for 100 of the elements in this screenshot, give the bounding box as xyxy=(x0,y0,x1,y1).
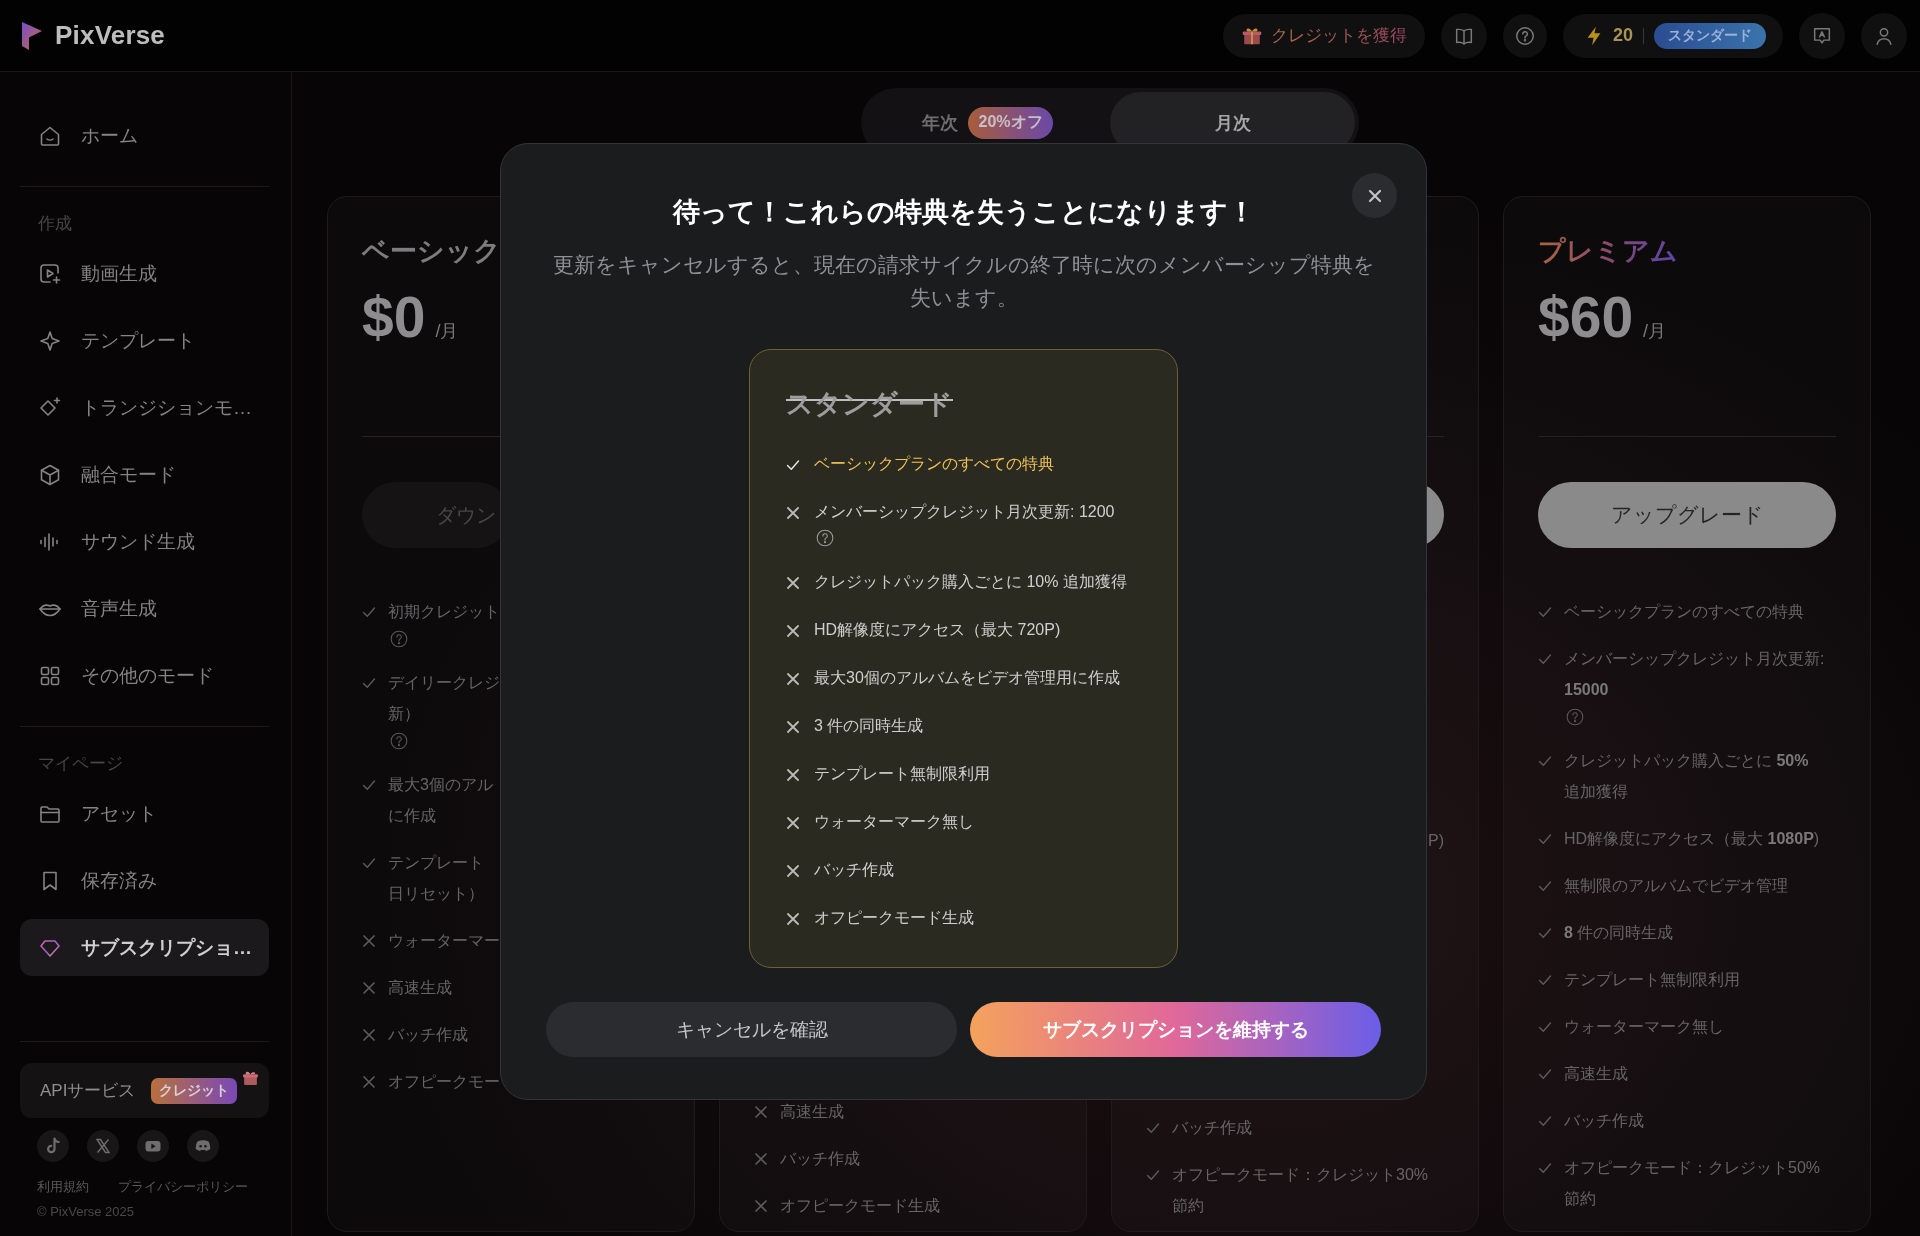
cross-icon xyxy=(786,720,800,734)
check-icon xyxy=(362,676,376,690)
feature-text: テンプレート xyxy=(388,853,484,873)
help-icon[interactable] xyxy=(390,630,408,648)
cross-icon xyxy=(786,672,800,686)
feature-text: P) xyxy=(1428,831,1444,851)
check-icon xyxy=(1538,605,1552,619)
check-icon xyxy=(362,605,376,619)
check-icon xyxy=(786,458,800,472)
price-period: /月 xyxy=(1643,320,1667,343)
confirm-cancel-button[interactable]: キャンセルを確認 xyxy=(546,1002,957,1057)
feature-text: オフピークモード：クレジット50%節約 xyxy=(1564,1158,1822,1209)
nav-item[interactable]: 動画生成 xyxy=(20,245,269,302)
footer-link[interactable]: 利用規約 xyxy=(37,1178,89,1196)
help-icon[interactable] xyxy=(390,732,408,750)
keep-subscription-button[interactable]: サブスクリプションを維持する xyxy=(970,1002,1381,1057)
section-heading: 作成 xyxy=(37,213,73,235)
check-icon xyxy=(1538,973,1552,987)
feature-text: 日リセット） xyxy=(388,884,484,904)
nav-item[interactable]: 保存済み xyxy=(20,852,269,909)
nav-item[interactable]: サブスクリプショ… xyxy=(20,919,269,976)
tiktok-icon[interactable] xyxy=(37,1130,69,1162)
check-icon xyxy=(1538,1114,1552,1128)
nav-item[interactable]: アセット xyxy=(20,785,269,842)
feature-text: HD解像度にアクセス（最大 1080P) xyxy=(1564,829,1820,849)
feature-text: バッチ作成 xyxy=(1564,1111,1644,1131)
feature-text: 8 件の同時生成 xyxy=(1564,923,1674,943)
benefit-text: 最大30個のアルバムをビデオ管理用に作成 xyxy=(814,668,1120,688)
cube-icon xyxy=(38,462,62,487)
feature-text: に作成 xyxy=(388,806,436,826)
logo-text[interactable]: PixVerse xyxy=(55,20,166,51)
feature-text: 高速生成 xyxy=(388,978,452,998)
feature-text: デイリークレジ xyxy=(388,673,500,693)
feature-text: テンプレート無制限利用 xyxy=(1564,970,1740,990)
cross-icon xyxy=(362,981,376,995)
x-logo-icon[interactable] xyxy=(87,1130,119,1162)
benefit-text: ウォーターマーク無し xyxy=(814,812,974,832)
credit-badge: クレジット xyxy=(151,1077,238,1104)
feature-text: 高速生成 xyxy=(1564,1064,1628,1084)
benefit-text: オフピークモード生成 xyxy=(814,908,974,928)
help-icon[interactable] xyxy=(1566,708,1584,726)
cross-icon xyxy=(786,864,800,878)
feature-text: オフピークモード：クレジット30%節約 xyxy=(1172,1165,1430,1216)
cross-icon xyxy=(786,624,800,638)
discord-icon[interactable] xyxy=(187,1130,219,1162)
nav-item[interactable]: その他のモード xyxy=(20,647,269,704)
benefit-text: バッチ作成 xyxy=(814,860,894,880)
nav-item[interactable]: サウンド生成 xyxy=(20,513,269,570)
footer-link[interactable]: プライバシーポリシー xyxy=(118,1178,248,1196)
feature-text: ウォーターマーク無し xyxy=(1564,1017,1724,1037)
nav-item[interactable]: 融合モード xyxy=(20,446,269,503)
help-icon xyxy=(1513,24,1536,47)
account-button[interactable] xyxy=(1861,12,1907,59)
plan-button[interactable]: アップグレード xyxy=(1538,482,1836,548)
feedback-button[interactable] xyxy=(1799,12,1845,59)
check-icon xyxy=(1538,652,1552,666)
check-icon xyxy=(1146,1168,1160,1182)
video-sparkle-icon xyxy=(38,261,62,286)
check-icon xyxy=(1538,879,1552,893)
copyright-text: © PixVerse 2025 xyxy=(36,1203,136,1221)
check-icon xyxy=(1146,1121,1160,1135)
close-icon xyxy=(1366,187,1383,204)
cross-icon xyxy=(754,1105,768,1119)
benefit-text: クレジットパック購入ごとに 10% 追加獲得 xyxy=(814,572,1127,592)
section-heading: マイページ xyxy=(37,753,124,775)
logo-icon xyxy=(21,20,43,51)
check-icon xyxy=(1538,832,1552,846)
benefit-text: テンプレート無制限利用 xyxy=(814,764,990,784)
price-period: /月 xyxy=(435,320,459,343)
feature-text: ベーシックプランのすべての特典 xyxy=(1564,602,1804,622)
nav-item[interactable]: 音声生成 xyxy=(20,580,269,637)
cross-icon xyxy=(786,506,800,520)
cross-icon xyxy=(786,816,800,830)
credits-button[interactable]: 20 スタンダード xyxy=(1562,13,1783,58)
plan-title: ベーシック xyxy=(362,235,501,268)
gift-icon xyxy=(242,1069,259,1086)
feature-text: 高速生成 xyxy=(780,1102,844,1122)
nav-item[interactable]: ホーム xyxy=(20,107,269,164)
check-icon xyxy=(1538,1067,1552,1081)
feature-text: 無制限のアルバムでビデオ管理 xyxy=(1564,876,1788,896)
earn-credits-button[interactable]: クレジットを獲得 xyxy=(1222,13,1425,58)
check-icon xyxy=(362,856,376,870)
api-service-button[interactable]: APIサービス クレジット xyxy=(20,1063,269,1118)
youtube-icon[interactable] xyxy=(137,1130,169,1162)
feature-text: オフピークモー xyxy=(388,1072,500,1092)
help-icon[interactable] xyxy=(816,529,834,547)
feature-text: バッチ作成 xyxy=(1172,1118,1252,1138)
benefit-text: 3 件の同時生成 xyxy=(814,716,924,736)
dialog-message: 更新をキャンセルすると、現在の請求サイクルの終了時に次のメンバーシップ特典を失います。 xyxy=(551,252,1376,311)
feature-text: バッチ作成 xyxy=(780,1149,860,1169)
cross-icon xyxy=(786,768,800,782)
plan-price: $0 xyxy=(362,285,426,349)
feature-text: クレジットパック購入ごとに 50% 追加獲得 xyxy=(1564,751,1810,802)
feature-text: ウォーターマー xyxy=(388,931,500,951)
nav-item[interactable]: トランジションモ… xyxy=(20,379,269,436)
check-icon xyxy=(362,778,376,792)
benefit-text: ベーシックプランのすべての特典 xyxy=(814,454,1054,474)
nav-item[interactable]: テンプレート xyxy=(20,312,269,369)
close-button[interactable] xyxy=(1352,173,1397,218)
feature-text: バッチ作成 xyxy=(388,1025,468,1045)
